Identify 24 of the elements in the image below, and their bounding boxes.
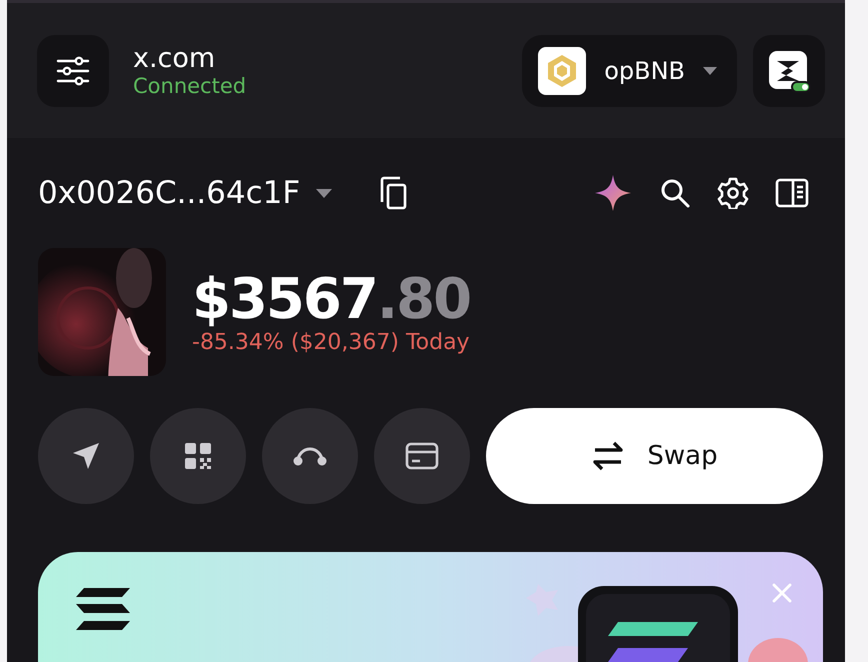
network-logo-icon xyxy=(538,46,586,94)
qr-code-icon xyxy=(184,442,212,470)
solana-logo-icon xyxy=(74,586,132,632)
send-icon xyxy=(71,441,101,471)
wallet-app-button[interactable] xyxy=(753,34,825,106)
balance-change: -85.34% ($20,367) Today xyxy=(192,330,470,356)
copy-icon[interactable] xyxy=(378,176,408,210)
caret-icon xyxy=(703,66,717,74)
card-icon xyxy=(405,442,439,470)
site-domain: x.com xyxy=(133,43,216,74)
search-icon[interactable] xyxy=(659,177,691,209)
app-logo-icon xyxy=(767,48,811,92)
balance-amount: $3567.80 xyxy=(192,268,470,330)
account-selector[interactable]: 0x0026C...64c1F xyxy=(38,175,332,211)
filter-button[interactable] xyxy=(37,34,109,106)
network-selector[interactable]: opBNB xyxy=(522,34,737,106)
settings-icon[interactable] xyxy=(717,177,749,209)
swap-button[interactable]: Swap xyxy=(486,408,823,504)
sidebar-panel-icon[interactable] xyxy=(775,178,809,208)
sparkle-icon[interactable] xyxy=(593,173,633,213)
swap-icon xyxy=(591,440,626,472)
arc-icon xyxy=(293,445,327,467)
connection-status: Connected xyxy=(133,74,248,98)
caret-icon xyxy=(316,188,332,198)
